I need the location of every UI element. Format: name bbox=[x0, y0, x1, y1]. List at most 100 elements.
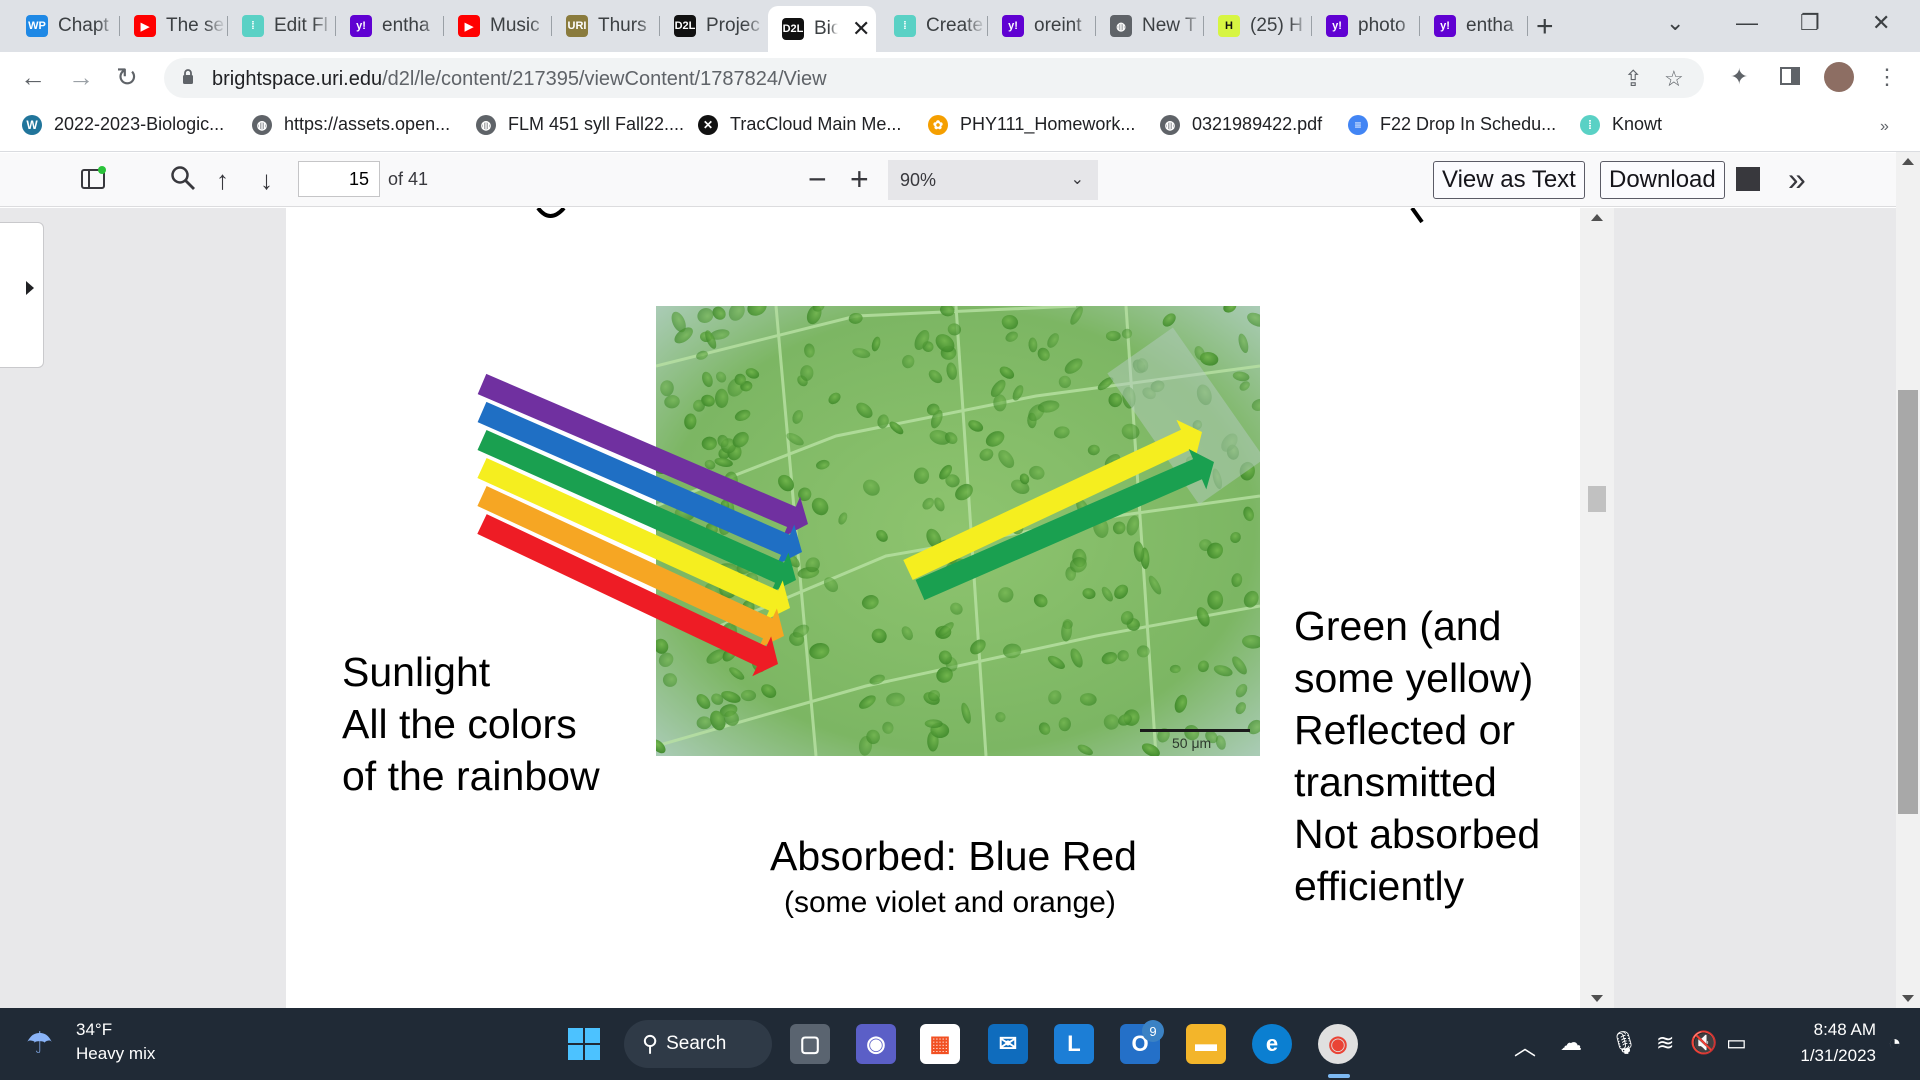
sidebar-expander[interactable] bbox=[0, 222, 44, 368]
pdf-scrollbar[interactable] bbox=[1580, 208, 1614, 1008]
new-tab-icon[interactable]: + bbox=[1536, 10, 1554, 44]
browser-tab[interactable]: y! entha bbox=[1420, 8, 1528, 44]
temperature[interactable]: 34°F bbox=[76, 1020, 112, 1040]
zoom-select[interactable]: 90% ⌄ bbox=[888, 160, 1098, 200]
globe-icon: ◍ bbox=[1110, 15, 1132, 37]
bookmark-item[interactable]: ✿ PHY111_Homework... bbox=[928, 114, 1135, 135]
taskbar-search[interactable]: ⚲ Search bbox=[624, 1020, 772, 1068]
wifi-icon[interactable]: ≋ bbox=[1656, 1030, 1674, 1056]
back-arrow-icon[interactable]: ← bbox=[20, 62, 46, 93]
previous-page-icon[interactable]: ↑ bbox=[216, 165, 229, 196]
notifications-icon[interactable]: ◔ bbox=[1888, 1030, 1901, 1056]
browser-tab[interactable]: y! photo bbox=[1312, 8, 1420, 44]
browser-tab[interactable]: ⁞ Edit Fl bbox=[228, 8, 336, 44]
bookmark-item[interactable]: ≡ F22 Drop In Schedu... bbox=[1348, 114, 1556, 135]
url-host: brightspace.uri.edu bbox=[212, 68, 383, 90]
chrome-menu-icon[interactable]: ⋮ bbox=[1876, 64, 1898, 90]
stop-square-icon[interactable] bbox=[1736, 167, 1760, 198]
browser-toolbar: ← → ↻ brightspace.uri.edu/d2l/le/content… bbox=[0, 52, 1920, 104]
chrome-browser-icon[interactable]: ◉ bbox=[1318, 1024, 1358, 1064]
homework-icon: ✿ bbox=[928, 114, 948, 135]
expand-arrow-icon bbox=[26, 281, 34, 295]
page-scroll-thumb[interactable] bbox=[1898, 390, 1918, 814]
profile-avatar[interactable] bbox=[1824, 62, 1854, 92]
weather-description[interactable]: Heavy mix bbox=[76, 1044, 155, 1064]
browser-tab[interactable]: URI Thurs bbox=[552, 8, 660, 44]
start-windows-icon[interactable] bbox=[564, 1024, 604, 1064]
battery-icon[interactable]: ▭ bbox=[1726, 1030, 1747, 1056]
browser-tab[interactable]: ◍ New T bbox=[1096, 8, 1204, 44]
sidebar-toggle-icon[interactable] bbox=[80, 166, 106, 199]
clock-date[interactable]: 1/31/2023 bbox=[1770, 1046, 1876, 1066]
bookmark-item[interactable]: W 2022-2023-Biologic... bbox=[22, 114, 224, 135]
download-button[interactable]: Download bbox=[1600, 161, 1725, 199]
reflected-caption-line: transmitted bbox=[1294, 759, 1497, 805]
browser-tab[interactable]: ▶ Music bbox=[444, 8, 552, 44]
minimize-icon[interactable]: — bbox=[1736, 10, 1758, 36]
task-view-icon[interactable]: ▢ bbox=[790, 1024, 830, 1064]
bookmarks-overflow-icon[interactable]: » bbox=[1880, 118, 1889, 136]
rain-umbrella-icon[interactable]: ☂ bbox=[26, 1026, 53, 1061]
share-icon[interactable]: ⇪ bbox=[1624, 66, 1642, 92]
browser-tab[interactable]: ⁞ Create bbox=[880, 8, 988, 44]
forward-arrow-icon[interactable]: → bbox=[68, 62, 94, 93]
zoom-in-icon[interactable]: + bbox=[850, 161, 869, 198]
l-app-icon[interactable]: L bbox=[1054, 1024, 1094, 1064]
bookmark-star-icon[interactable]: ☆ bbox=[1664, 66, 1684, 92]
find-search-icon[interactable] bbox=[170, 165, 196, 198]
page-scroll-up-icon[interactable] bbox=[1902, 158, 1914, 165]
bookmark-item[interactable]: ◍ 0321989422.pdf bbox=[1160, 114, 1322, 135]
browser-tab[interactable]: y! oreint bbox=[988, 8, 1096, 44]
bookmark-label: F22 Drop In Schedu... bbox=[1380, 114, 1557, 134]
reload-icon[interactable]: ↻ bbox=[116, 62, 138, 93]
zoom-value: 90% bbox=[900, 170, 937, 190]
browser-tab[interactable]: D2L Projec bbox=[660, 8, 768, 44]
edge-browser-icon[interactable]: e bbox=[1252, 1024, 1292, 1064]
next-page-icon[interactable]: ↓ bbox=[260, 165, 273, 196]
scroll-up-icon[interactable] bbox=[1591, 214, 1603, 221]
bookmark-label: 0321989422.pdf bbox=[1192, 114, 1323, 134]
bookmarks-bar: » W 2022-2023-Biologic... ◍ https://assets.… bbox=[0, 104, 1920, 152]
microphone-icon[interactable]: 🎙 bbox=[1610, 1030, 1638, 1056]
scroll-thumb[interactable] bbox=[1588, 486, 1606, 512]
tab-search-chevron-icon[interactable]: ⌄ bbox=[1666, 10, 1684, 36]
file-explorer-icon[interactable]: ▬ bbox=[1186, 1024, 1226, 1064]
dots-icon: ⁞ bbox=[242, 15, 264, 37]
address-bar[interactable]: brightspace.uri.edu/d2l/le/content/21739… bbox=[164, 58, 1704, 98]
close-window-icon[interactable]: ✕ bbox=[1872, 10, 1890, 36]
page-count: of 41 bbox=[388, 169, 429, 189]
side-panel-icon[interactable] bbox=[1780, 66, 1800, 92]
clock-time[interactable]: 8:48 AM bbox=[1786, 1020, 1876, 1040]
lock-icon[interactable] bbox=[182, 68, 194, 84]
browser-tab[interactable]: y! entha bbox=[336, 8, 444, 44]
close-tab-icon[interactable]: ✕ bbox=[852, 16, 870, 42]
bookmark-item[interactable]: ◍ FLM 451 syll Fall22.... bbox=[476, 114, 684, 135]
browser-tab[interactable]: ▶ The se bbox=[120, 8, 228, 44]
microsoft-store-icon[interactable]: ▦ bbox=[920, 1024, 960, 1064]
page-scrollbar[interactable] bbox=[1896, 152, 1920, 1008]
url-text[interactable]: brightspace.uri.edu/d2l/le/content/21739… bbox=[212, 68, 827, 91]
mail-icon[interactable]: ✉ bbox=[988, 1024, 1028, 1064]
bookmark-item[interactable]: ✕ TracCloud Main Me... bbox=[698, 114, 901, 135]
extensions-puzzle-icon[interactable]: ✦ bbox=[1730, 64, 1748, 90]
browser-tab[interactable]: H (25) H bbox=[1204, 8, 1312, 44]
bookmark-item[interactable]: ◍ https://assets.open... bbox=[252, 114, 450, 135]
page-number-input[interactable]: 15 bbox=[298, 161, 380, 197]
cropped-heading-fragment bbox=[536, 208, 1424, 224]
more-tools-icon[interactable]: » bbox=[1788, 161, 1806, 198]
pdf-viewer: 50 μm Sunlight All the colors of the rainb… bbox=[0, 208, 1920, 1008]
browser-tab[interactable]: D2L Bio ✕ bbox=[768, 6, 876, 52]
reflected-caption-line: Not absorbed bbox=[1294, 811, 1541, 857]
show-hidden-icons-chevron-icon[interactable]: ︿ bbox=[1514, 1030, 1536, 1062]
scroll-down-icon[interactable] bbox=[1591, 995, 1603, 1002]
bookmark-item[interactable]: ⁞ Knowt bbox=[1580, 114, 1662, 135]
onedrive-cloud-icon[interactable]: ☁ bbox=[1560, 1030, 1582, 1056]
tab-label: The se bbox=[166, 15, 225, 36]
browser-tab[interactable]: WP Chapt bbox=[12, 8, 120, 44]
page-scroll-down-icon[interactable] bbox=[1902, 995, 1914, 1002]
speaker-muted-icon[interactable]: 🔇 bbox=[1690, 1030, 1717, 1056]
zoom-out-icon[interactable]: − bbox=[808, 161, 827, 198]
restore-icon[interactable]: ❐ bbox=[1800, 10, 1820, 36]
view-as-text-button[interactable]: View as Text bbox=[1433, 161, 1585, 199]
teams-chat-icon[interactable]: ◉ bbox=[856, 1024, 896, 1064]
